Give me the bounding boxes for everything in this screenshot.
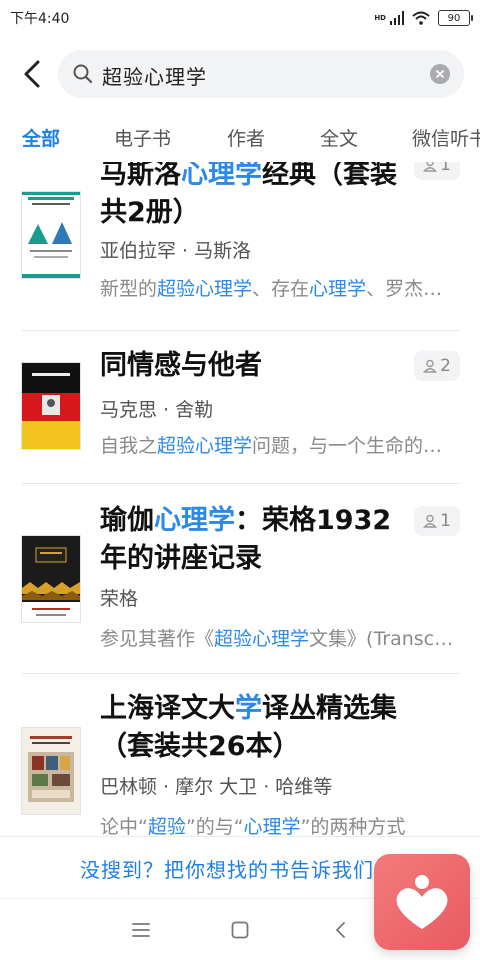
book-cover-art: [22, 536, 80, 622]
book-title: 同情感与他者: [100, 347, 400, 385]
book-cover: [22, 363, 80, 449]
book-cover: [22, 536, 80, 622]
tab-authors[interactable]: 作者: [227, 124, 265, 151]
status-time: 下午4:40: [10, 11, 70, 27]
chevron-left-icon: [24, 60, 40, 88]
menu-icon: [132, 923, 150, 937]
square-icon: [231, 921, 249, 939]
snippet-segment: 、存在: [252, 278, 310, 300]
snippet-segment: 论中“: [100, 816, 148, 836]
floating-heart-button[interactable]: [374, 854, 470, 950]
readers-count: 1: [440, 511, 451, 531]
book-snippet: 新型的超验心理学、存在心理学、罗杰斯的: [100, 274, 458, 301]
tab-ebooks[interactable]: 电子书: [114, 124, 171, 151]
snippet-highlight: 心理学: [309, 278, 367, 300]
status-bar: 下午4:40 HD 90: [0, 0, 480, 36]
book-title: 马斯洛心理学经典（套装共2册）: [100, 162, 400, 232]
search-icon: [73, 64, 93, 84]
battery-icon: 90: [438, 10, 473, 26]
search-results-list: 马斯洛心理学经典（套装共2册） 亚伯拉罕 · 马斯洛 新型的超验心理学、存在心理…: [0, 162, 480, 836]
book-cover-art: [22, 192, 80, 278]
readers-count: 2: [440, 356, 451, 376]
book-snippet: 参见其著作《超验心理学文集》(Transcendent: [100, 624, 458, 651]
close-icon: [436, 70, 444, 78]
heart-icon: [396, 875, 448, 929]
list-item[interactable]: 马斯洛心理学经典（套装共2册） 亚伯拉罕 · 马斯洛 新型的超验心理学、存在心理…: [0, 162, 480, 330]
snippet-segment: ”的两种方式: [300, 816, 406, 836]
search-query[interactable]: 超验心理学: [102, 61, 207, 90]
book-author: 荣格: [100, 588, 139, 610]
menu-button[interactable]: [128, 917, 154, 943]
chevron-left-icon: [336, 922, 345, 938]
list-item[interactable]: 同情感与他者 马克思 · 舍勒 自我之超验心理学问题，与一个生命的关系 2: [0, 331, 480, 484]
list-item[interactable]: 上海译文大学译丛精选集（套装共26本） 巴林顿 · 摩尔 大卫 · 哈维等 论中…: [0, 674, 480, 836]
snippet-segment: 问题，与一个生命的关系: [252, 435, 458, 457]
back-button[interactable]: [14, 56, 50, 92]
network-type-label: HD: [374, 13, 386, 22]
readers-count-badge: 2: [414, 351, 460, 381]
person-icon: [423, 359, 438, 373]
book-snippet: 自我之超验心理学问题，与一个生命的关系: [100, 431, 458, 458]
snippet-highlight: 心理学: [243, 816, 301, 836]
book-cover: [22, 192, 80, 278]
battery-level: 90: [447, 12, 461, 24]
snippet-segment: 、罗杰斯的: [366, 278, 458, 300]
snippet-segment: 自我之: [100, 435, 158, 457]
book-snippet: 论中“超验”的与“心理学”的两种方式: [100, 812, 458, 836]
snippet-segment: 文集》(Transcendent: [309, 628, 458, 650]
book-cover-art: [22, 363, 80, 449]
book-cover: [22, 728, 80, 814]
snippet-segment: 参见其著作《: [100, 628, 215, 650]
search-input[interactable]: 超验心理学: [58, 50, 464, 98]
back-nav-button[interactable]: [327, 917, 353, 943]
book-author: 巴林顿 · 摩尔 大卫 · 哈维等: [100, 776, 333, 798]
snippet-segment: ”的与“: [185, 816, 244, 836]
title-segment: 同情感与他者: [100, 350, 262, 381]
signal-icon: [390, 11, 404, 25]
tab-fulltext[interactable]: 全文: [320, 124, 358, 151]
title-highlight: 学: [235, 693, 262, 724]
book-title: 上海译文大学译丛精选集（套装共26本）: [100, 690, 400, 766]
readers-count-badge: 1: [414, 162, 460, 180]
tab-all[interactable]: 全部: [22, 124, 60, 151]
tab-wechat-audio[interactable]: 微信听书: [412, 124, 480, 151]
clear-search-button[interactable]: [430, 64, 450, 84]
category-tabs: 全部 电子书 作者 全文 微信听书: [0, 112, 480, 162]
request-book-link[interactable]: 没搜到？把你想找的书告诉我们: [80, 854, 374, 883]
book-title: 瑜伽心理学：荣格1932年的讲座记录: [100, 502, 400, 578]
wifi-icon: [412, 11, 430, 25]
readers-count-badge: 1: [414, 506, 460, 536]
book-author: 亚伯拉罕 · 马斯洛: [100, 240, 252, 262]
title-segment: 瑜伽: [100, 505, 154, 536]
list-item[interactable]: 瑜伽心理学：荣格1932年的讲座记录 荣格 参见其著作《超验心理学文集》(Tra…: [0, 484, 480, 674]
snippet-highlight: 超验心理学: [157, 278, 253, 300]
title-segment: 马斯洛: [100, 162, 181, 190]
person-icon: [423, 162, 438, 172]
search-header: 超验心理学: [0, 48, 480, 102]
person-icon: [423, 514, 438, 528]
snippet-highlight: 超验心理学: [157, 435, 253, 457]
book-author: 马克思 · 舍勒: [100, 399, 214, 421]
snippet-segment: 新型的: [100, 278, 158, 300]
status-icons: HD 90: [374, 10, 473, 26]
title-segment: 上海译文大: [100, 693, 235, 724]
snippet-highlight: 超验心理学: [214, 628, 310, 650]
snippet-highlight: 超验: [147, 816, 186, 836]
title-highlight: 心理学: [154, 505, 235, 536]
readers-count: 1: [440, 162, 451, 175]
home-button[interactable]: [227, 917, 253, 943]
book-cover-art: [22, 728, 80, 814]
title-highlight: 心理学: [181, 162, 262, 190]
